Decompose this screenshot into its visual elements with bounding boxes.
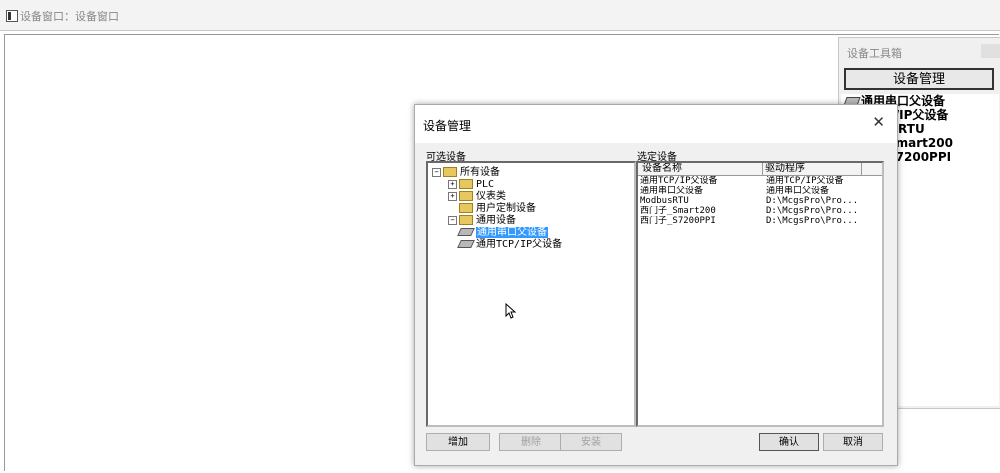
collapse-icon[interactable]: − (448, 215, 457, 225)
device-icon (457, 228, 475, 236)
tree-node-tcpip-parent[interactable]: 通用TCP/IP父设备 (432, 239, 562, 251)
ok-button[interactable]: 确认 (759, 433, 819, 451)
tree-node-serial-parent[interactable]: 通用串口父设备 (432, 227, 562, 239)
available-devices-tree[interactable]: − 所有设备 + PLC + 仪表类 用户定制设备 − 通用设备 通用串口父设备 通用T… (426, 161, 636, 427)
expand-icon[interactable]: + (448, 179, 457, 189)
folder-icon (459, 179, 473, 189)
window-icon (6, 10, 18, 22)
selected-devices-table[interactable]: 设备名称 驱动程序 通用TCP/IP父设备 通用TCP/IP父设备 通用串口父设备… (636, 161, 884, 427)
dialog-title: 设备管理 (423, 119, 472, 133)
table-row[interactable]: 西门子_S7200PPI D:\McgsPro\Pro... (640, 216, 880, 226)
tree-node-instrument[interactable]: + 仪表类 (432, 191, 562, 203)
table-row[interactable]: 通用TCP/IP父设备 通用TCP/IP父设备 (640, 176, 880, 186)
add-button[interactable]: 增加 (426, 433, 490, 451)
table-header: 设备名称 驱动程序 (638, 163, 882, 176)
device-manage-button[interactable]: 设备管理 (844, 68, 994, 90)
table-body: 通用TCP/IP父设备 通用TCP/IP父设备 通用串口父设备 通用串口父设备 Mo… (640, 176, 880, 226)
folder-icon (459, 215, 473, 225)
tree-node-custom[interactable]: 用户定制设备 (432, 203, 562, 215)
tree-node-plc[interactable]: + PLC (432, 179, 562, 191)
device-manager-dialog: 设备管理 ✕ 可选设备 选定设备 − 所有设备 + PLC + 仪表类 用户定制设备 … (414, 104, 898, 466)
install-button[interactable]: 安装 (560, 433, 622, 451)
mouse-cursor-icon (505, 303, 517, 319)
table-row[interactable]: 西门子_Smart200 D:\McgsPro\Pro... (640, 206, 880, 216)
cancel-button[interactable]: 取消 (823, 433, 883, 451)
toolbox-close-button[interactable] (981, 44, 1000, 58)
folder-icon (459, 203, 473, 213)
column-header-device-name[interactable]: 设备名称 (640, 163, 763, 175)
column-header-driver[interactable]: 驱动程序 (762, 163, 862, 175)
delete-button[interactable]: 删除 (499, 433, 563, 451)
main-titlebar: 设备窗口：设备窗口 (0, 0, 1000, 31)
toolbox-title: 设备工具箱 (847, 47, 902, 60)
folder-icon (459, 191, 473, 201)
tree-root[interactable]: − 所有设备 (432, 167, 562, 179)
folder-icon (443, 167, 457, 177)
table-row[interactable]: 通用串口父设备 通用串口父设备 (640, 186, 880, 196)
dialog-body: 可选设备 选定设备 − 所有设备 + PLC + 仪表类 用户定制设备 − 通用设备 通… (415, 143, 897, 465)
main-window-title: 设备窗口：设备窗口 (20, 10, 119, 23)
close-icon[interactable]: ✕ (872, 113, 885, 131)
device-icon (457, 240, 475, 248)
expand-icon[interactable]: + (448, 191, 457, 201)
tree-node-general[interactable]: − 通用设备 (432, 215, 562, 227)
collapse-icon[interactable]: − (432, 167, 441, 177)
table-row[interactable]: ModbusRTU D:\McgsPro\Pro... (640, 196, 880, 206)
